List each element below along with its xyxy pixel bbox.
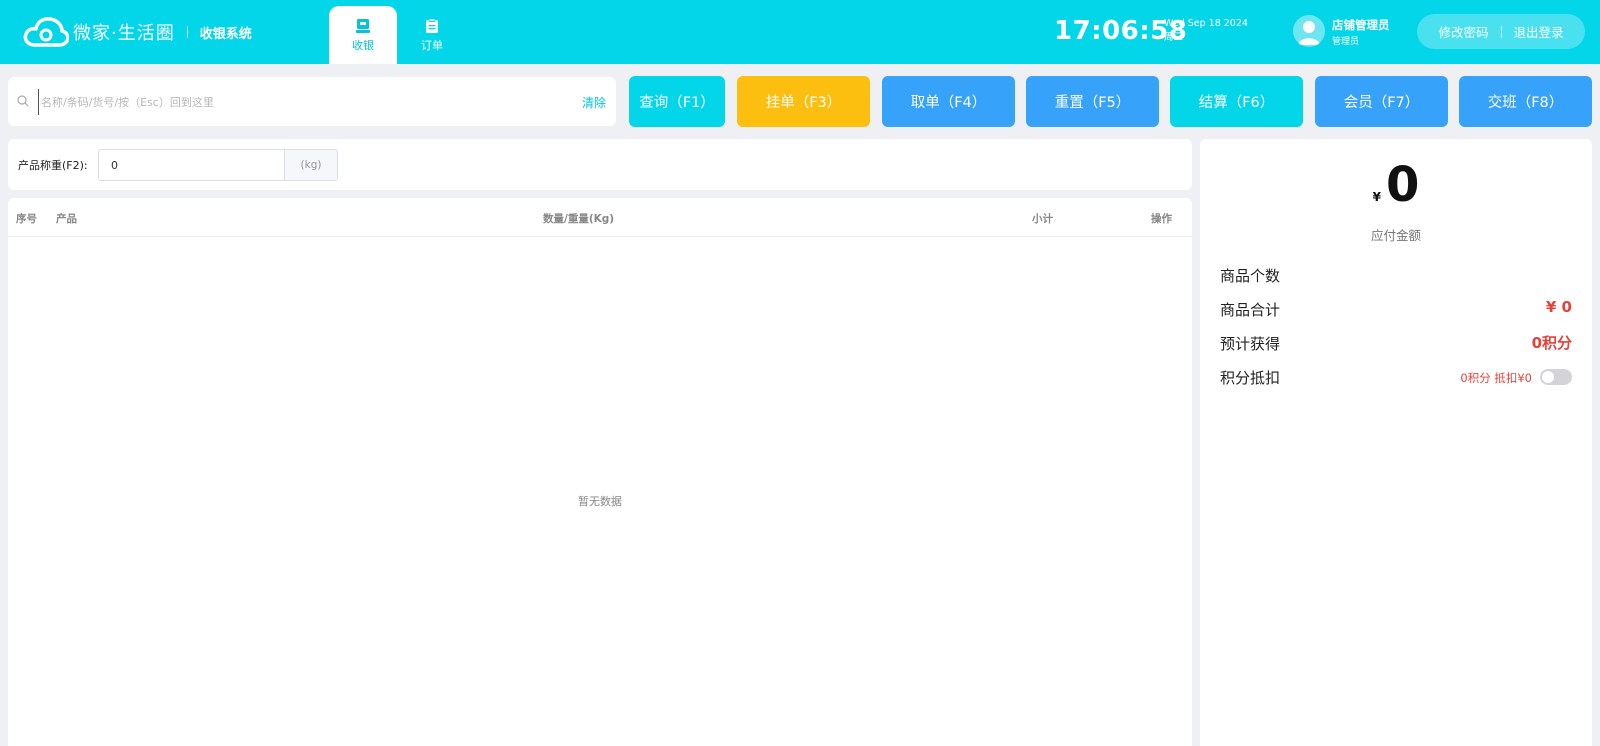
tab-orders[interactable]: 订单 bbox=[398, 6, 466, 64]
points-deduct-toggle[interactable] bbox=[1540, 369, 1572, 385]
logo-divider bbox=[186, 26, 188, 38]
points-deduct-text: 0积分 抵扣¥0 bbox=[1460, 371, 1532, 385]
user-avatar-icon bbox=[1298, 21, 1320, 45]
order-summary: ¥ 0 应付金额 商品个数 商品合计 ¥ 0 预计获得 0积分 积分抵扣 0积分… bbox=[1200, 139, 1592, 746]
current-date: Wed Sep 18 2024 周三 bbox=[1164, 17, 1248, 45]
account-actions: 修改密码 退出登录 bbox=[1417, 14, 1585, 49]
avatar[interactable] bbox=[1293, 15, 1325, 47]
item-total-value: ¥ 0 bbox=[1545, 298, 1572, 316]
checkout-button[interactable]: 结算（F6） bbox=[1170, 76, 1303, 127]
column-product: 产品 bbox=[56, 213, 77, 225]
tab-cashier-label: 收银 bbox=[352, 39, 374, 52]
order-list-icon bbox=[426, 18, 438, 33]
logout-button[interactable]: 退出登录 bbox=[1514, 22, 1564, 41]
table-header: 序号 产品 数量/重量(Kg) 小计 操作 bbox=[8, 198, 1192, 237]
search-icon bbox=[17, 95, 29, 107]
user-name: 店铺管理员 bbox=[1332, 18, 1390, 32]
reset-button[interactable]: 重置（F5） bbox=[1026, 76, 1159, 127]
actions-divider bbox=[1500, 25, 1502, 38]
system-title: 收银系统 bbox=[199, 26, 252, 42]
item-count-label: 商品个数 bbox=[1220, 267, 1281, 285]
shift-handover-button[interactable]: 交班（F8） bbox=[1459, 76, 1592, 127]
weight-unit: (kg) bbox=[284, 149, 338, 181]
cloud-logo-icon bbox=[23, 17, 69, 47]
tab-cashier[interactable]: 收银 bbox=[329, 6, 397, 64]
member-button[interactable]: 会员（F7） bbox=[1315, 76, 1448, 127]
user-role: 管理员 bbox=[1332, 37, 1360, 47]
query-button[interactable]: 查询（F1） bbox=[629, 76, 725, 127]
top-header: 微家·生活圈 收银系统 收银 订单 17:06:58 Wed Sep 18 20… bbox=[0, 0, 1600, 64]
search-input[interactable] bbox=[38, 89, 558, 115]
column-actions: 操作 bbox=[1151, 213, 1172, 225]
amount-due-label: 应付金额 bbox=[1370, 228, 1421, 243]
column-index: 序号 bbox=[16, 213, 37, 225]
item-total-row: 商品合计 ¥ 0 bbox=[1220, 296, 1572, 320]
item-total-label: 商品合计 bbox=[1220, 301, 1281, 319]
cashier-icon bbox=[356, 19, 370, 33]
weight-panel: 产品称重(F2): (kg) bbox=[8, 139, 1192, 190]
column-subtotal: 小计 bbox=[1032, 213, 1053, 225]
toggle-knob bbox=[1542, 371, 1554, 383]
item-count-row: 商品个数 bbox=[1220, 262, 1572, 286]
points-expected-label: 预计获得 bbox=[1220, 335, 1281, 353]
product-search: 清除 bbox=[8, 77, 616, 126]
amount-due: ¥ 0 bbox=[1200, 159, 1592, 211]
weight-label: 产品称重(F2): bbox=[18, 159, 88, 172]
weight-input[interactable] bbox=[98, 149, 284, 181]
amount-due-value: 0 bbox=[1386, 157, 1420, 213]
cart-table: 序号 产品 数量/重量(Kg) 小计 操作 暂无数据 bbox=[8, 198, 1192, 746]
empty-state-text: 暂无数据 bbox=[578, 495, 622, 508]
hold-order-button[interactable]: 挂单（F3） bbox=[737, 76, 870, 127]
weekday-text: 周三 bbox=[1164, 32, 1184, 43]
points-expected-row: 预计获得 0积分 bbox=[1220, 330, 1572, 354]
clear-search-button[interactable]: 清除 bbox=[582, 94, 606, 111]
retrieve-order-button[interactable]: 取单（F4） bbox=[882, 76, 1015, 127]
column-quantity: 数量/重量(Kg) bbox=[543, 213, 615, 225]
brand-logo: 微家·生活圈 收银系统 bbox=[23, 15, 252, 49]
change-password-button[interactable]: 修改密码 bbox=[1438, 22, 1488, 41]
date-text: Wed Sep 18 2024 bbox=[1164, 18, 1248, 29]
points-expected-value: 0积分 bbox=[1531, 334, 1572, 352]
brand-name: 微家·生活圈 bbox=[73, 23, 175, 44]
tab-orders-label: 订单 bbox=[421, 39, 443, 52]
points-deduct-row: 积分抵扣 0积分 抵扣¥0 bbox=[1220, 364, 1572, 388]
currency-symbol: ¥ bbox=[1372, 190, 1381, 204]
points-deduct-label: 积分抵扣 bbox=[1220, 369, 1281, 387]
